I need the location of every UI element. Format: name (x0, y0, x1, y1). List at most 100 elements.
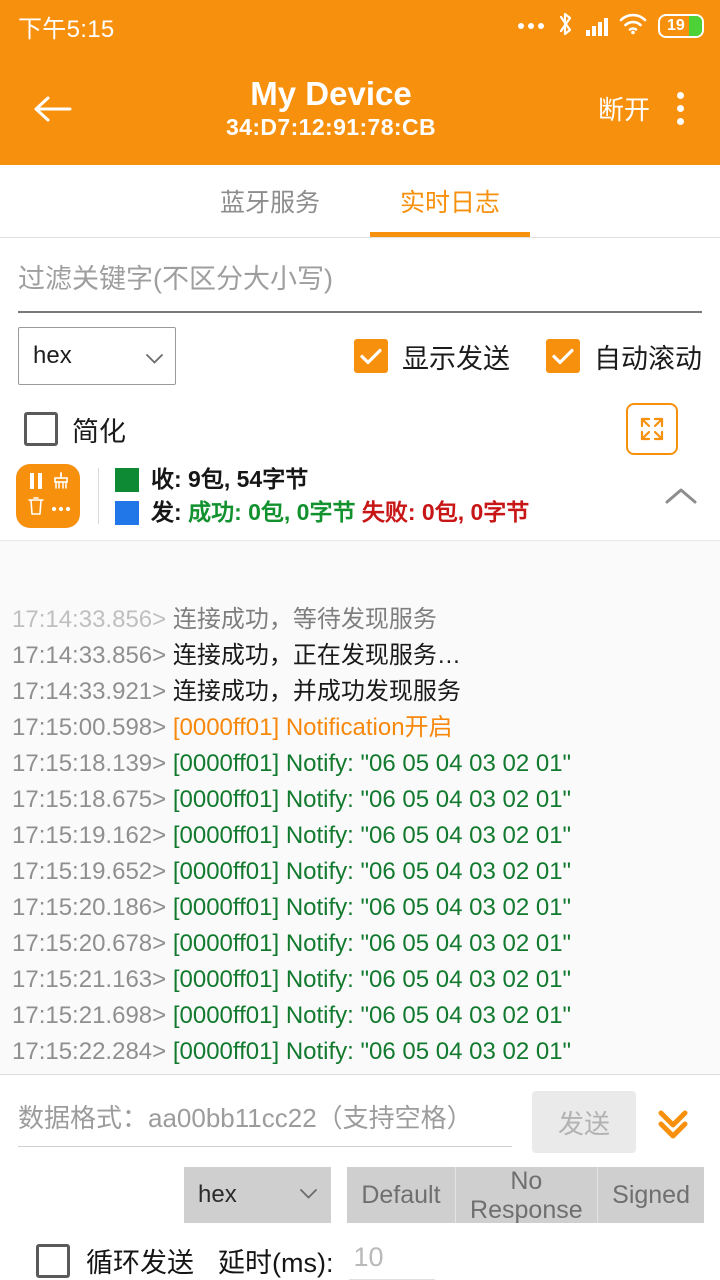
wifi-icon (619, 13, 647, 40)
log-output-area[interactable]: 17:14:33.856> 连接成功，等待发现服务 17:14:33.856> 连… (0, 540, 720, 1075)
log-line-timestamp: 17:15:20.186> (12, 894, 173, 921)
write-mode-no-response-button[interactable]: No Response (456, 1167, 599, 1223)
stats-bar: 收: 9包, 54字节 发: 成功: 0包, 0字节 失败: 0包, 0字节 (0, 455, 720, 540)
log-line-timestamp: 17:15:18.139> (12, 750, 173, 777)
send-format-select-value: hex (198, 1181, 237, 1209)
filter-keyword-input[interactable] (18, 260, 702, 313)
log-line-message: [0000ff01] Notify: "06 05 04 03 02 01" (173, 750, 571, 777)
log-line-timestamp: 17:15:21.698> (12, 1002, 173, 1029)
log-line: 17:15:18.675> [0000ff01] Notify: "06 05 … (12, 782, 708, 818)
loop-send-row: 循环发送 延时(ms): (0, 1223, 720, 1280)
checkbox-auto-scroll[interactable]: 自动滚动 (546, 337, 702, 376)
log-line-timestamp: 17:15:21.163> (12, 966, 173, 993)
checkbox-loop-send-label: 循环发送 (86, 1241, 194, 1280)
log-line: 17:15:20.186> [0000ff01] Notify: "06 05 … (12, 890, 708, 926)
delay-label: 延时(ms): (218, 1241, 333, 1280)
checkbox-loop-send[interactable] (36, 1244, 70, 1278)
send-stats-prefix: 发: (151, 499, 188, 525)
stats-divider (98, 468, 99, 524)
write-mode-default-button[interactable]: Default (347, 1167, 455, 1223)
log-line-timestamp: 17:15:22.284> (12, 1038, 173, 1065)
send-button[interactable]: 发送 (532, 1091, 636, 1153)
log-line-timestamp: 17:15:00.598> (12, 714, 173, 741)
receive-stats-text: 收: 9包, 54字节 (151, 463, 308, 496)
log-line-timestamp: 17:15:19.162> (12, 822, 173, 849)
broom-icon (52, 472, 70, 495)
checkbox-simplify[interactable]: 简化 (24, 410, 126, 449)
log-line: 17:15:20.678> [0000ff01] Notify: "06 05 … (12, 926, 708, 962)
log-line-message: [0000ff01] Notify: "06 05 04 03 02 01" (173, 966, 571, 993)
log-line-message: [0000ff01] Notify: "06 05 04 03 02 01" (173, 930, 571, 957)
options-row-secondary: 简化 (18, 403, 702, 455)
stats-text-group: 收: 9包, 54字节 发: 成功: 0包, 0字节 失败: 0包, 0字节 (115, 463, 658, 530)
options-row-primary: hex 显示发送 自动滚动 (18, 327, 702, 385)
log-line-timestamp: 17:14:33.856> (12, 606, 173, 633)
log-line-message: [0000ff01] Notify: "06 05 04 03 02 01" (173, 1038, 571, 1065)
app-root: 下午5:15 19 (0, 0, 720, 1280)
pause-icon (28, 472, 44, 495)
checkbox-show-send[interactable]: 显示发送 (354, 337, 510, 376)
log-format-select-value: hex (33, 342, 72, 370)
cellular-signal-icon (586, 16, 608, 36)
write-mode-signed-button[interactable]: Signed (598, 1167, 704, 1223)
tab-bar: 蓝牙服务 实时日志 (0, 165, 720, 238)
checkbox-simplify-label: 简化 (72, 410, 126, 449)
log-line-timestamp: 17:15:20.678> (12, 930, 173, 957)
checkbox-auto-scroll-label: 自动滚动 (594, 337, 702, 376)
stats-send-line: 发: 成功: 0包, 0字节 失败: 0包, 0字节 (115, 496, 658, 529)
status-bar-icons: 19 (518, 11, 704, 42)
log-line: 17:14:33.856> 连接成功，正在发现服务… (12, 638, 708, 674)
log-line: 17:15:19.652> [0000ff01] Notify: "06 05 … (12, 854, 708, 890)
kebab-menu-icon[interactable] (658, 92, 702, 125)
app-bar-titles: My Device 34:D7:12:91:78:CB (82, 75, 590, 143)
send-color-swatch (115, 501, 139, 525)
log-line: 17:15:21.163> [0000ff01] Notify: "06 05 … (12, 962, 708, 998)
log-line-message: [0000ff01] Notify: "06 05 04 03 02 01" (173, 822, 571, 849)
checkmark-icon (546, 339, 580, 373)
disconnect-button[interactable]: 断开 (590, 84, 658, 133)
trash-icon (28, 497, 44, 520)
tab-realtime-log[interactable]: 实时日志 (360, 165, 540, 237)
tab-bluetooth-services[interactable]: 蓝牙服务 (180, 165, 360, 237)
send-data-input[interactable] (18, 1097, 512, 1147)
log-line: 17:14:33.921> 连接成功，并成功发现服务 (12, 674, 708, 710)
write-mode-buttons: Default No Response Signed (347, 1167, 704, 1223)
log-line-timestamp: 17:14:33.921> (12, 678, 173, 705)
device-mac-address: 34:D7:12:91:78:CB (82, 113, 580, 143)
log-line-timestamp: 17:14:33.856> (12, 642, 173, 669)
log-line-message: [0000ff01] Notify: "06 05 04 03 02 01" (173, 894, 571, 921)
log-line-message: 连接成功，等待发现服务 (173, 606, 437, 633)
send-success-text: 成功: 0包, 0字节 (188, 499, 355, 525)
log-line-message: [0000ff01] Notify: "06 05 04 03 02 01" (173, 858, 571, 885)
chevron-up-icon[interactable] (658, 486, 704, 506)
log-line-message: [0000ff01] Notify: "06 05 04 03 02 01" (173, 1002, 571, 1029)
log-line-timestamp: 17:15:18.675> (12, 786, 173, 813)
send-fail-text: 失败: 0包, 0字节 (362, 499, 529, 525)
log-controls-button[interactable] (16, 464, 80, 528)
more-dots-icon (51, 500, 71, 518)
double-chevron-down-icon[interactable] (642, 1102, 704, 1142)
bluetooth-icon (555, 11, 575, 42)
receive-color-swatch (115, 468, 139, 492)
send-row: 发送 (0, 1075, 720, 1161)
status-bar: 下午5:15 19 (0, 0, 720, 52)
log-line: 17:15:22.284> [0000ff01] Notify: "06 05 … (12, 1034, 708, 1070)
log-line-message: [0000ff01] Notify: "06 05 04 03 02 01" (173, 786, 571, 813)
options-section: hex 显示发送 自动滚动 (0, 313, 720, 455)
delay-input[interactable] (349, 1242, 435, 1280)
back-arrow-icon[interactable] (24, 94, 82, 124)
send-format-select[interactable]: hex (184, 1167, 331, 1223)
log-line: 17:15:19.162> [0000ff01] Notify: "06 05 … (12, 818, 708, 854)
chevron-down-icon (300, 1186, 317, 1204)
log-line-list: 17:14:33.856> 连接成功，等待发现服务 17:14:33.856> 连… (12, 602, 708, 1070)
log-format-select[interactable]: hex (18, 327, 176, 385)
status-bar-clock: 下午5:15 (18, 9, 115, 44)
battery-icon: 19 (658, 14, 704, 38)
checkmark-icon (354, 339, 388, 373)
log-line: 17:15:21.698> [0000ff01] Notify: "06 05 … (12, 998, 708, 1034)
app-bar: My Device 34:D7:12:91:78:CB 断开 (0, 52, 720, 165)
empty-checkbox-icon (24, 412, 58, 446)
battery-level-text: 19 (660, 17, 685, 35)
chevron-down-icon (146, 351, 163, 361)
fullscreen-expand-icon[interactable] (626, 403, 678, 455)
